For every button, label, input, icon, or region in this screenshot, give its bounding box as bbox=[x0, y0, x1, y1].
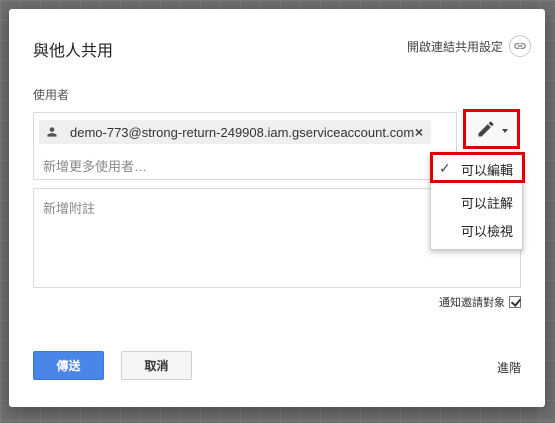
menu-item-label: 可以檢視 bbox=[461, 224, 514, 239]
menu-item-can-view[interactable]: 可以檢視 bbox=[431, 214, 522, 242]
cancel-button[interactable]: 取消 bbox=[121, 351, 192, 380]
people-section-label: 使用者 bbox=[33, 88, 70, 102]
menu-item-can-edit[interactable]: ✓ 可以編輯 bbox=[430, 152, 525, 183]
remove-chip-icon[interactable]: × bbox=[415, 124, 423, 140]
dialog-title: 與他人共用 bbox=[33, 43, 114, 60]
collaborator-chip: demo-773@strong-return-249908.iam.gservi… bbox=[39, 120, 431, 144]
note-placeholder: 新增附註 bbox=[43, 201, 96, 216]
notify-checkbox[interactable] bbox=[509, 296, 521, 308]
add-more-people-input[interactable]: 新增更多使用者… bbox=[43, 156, 147, 175]
menu-item-label: 可以編輯 bbox=[461, 163, 514, 178]
notify-people-option: 通知邀請對象 bbox=[439, 294, 521, 310]
link-sharing-label: 開啟連結共用設定 bbox=[406, 39, 503, 54]
notify-label: 通知邀請對象 bbox=[439, 297, 505, 309]
advanced-link[interactable]: 進階 bbox=[497, 359, 521, 376]
permission-dropdown-button[interactable] bbox=[463, 109, 520, 149]
pencil-icon bbox=[478, 121, 494, 137]
link-icon[interactable] bbox=[509, 35, 531, 57]
link-sharing-settings[interactable]: 開啟連結共用設定 bbox=[407, 35, 531, 57]
permission-menu: ✓ 可以編輯 可以註解 可以檢視 bbox=[430, 152, 525, 250]
menu-item-can-comment[interactable]: 可以註解 bbox=[431, 186, 522, 214]
collaborator-email: demo-773@strong-return-249908.iam.gservi… bbox=[70, 124, 415, 140]
share-dialog: 與他人共用 開啟連結共用設定 使用者 demo-773@strong-retur… bbox=[9, 9, 545, 407]
people-input-box[interactable]: demo-773@strong-return-249908.iam.gservi… bbox=[33, 112, 457, 180]
caret-down-icon bbox=[501, 129, 508, 133]
person-icon bbox=[47, 127, 57, 137]
menu-item-label: 可以註解 bbox=[461, 196, 514, 211]
check-icon: ✓ bbox=[439, 160, 451, 176]
send-button[interactable]: 傳送 bbox=[33, 351, 104, 380]
